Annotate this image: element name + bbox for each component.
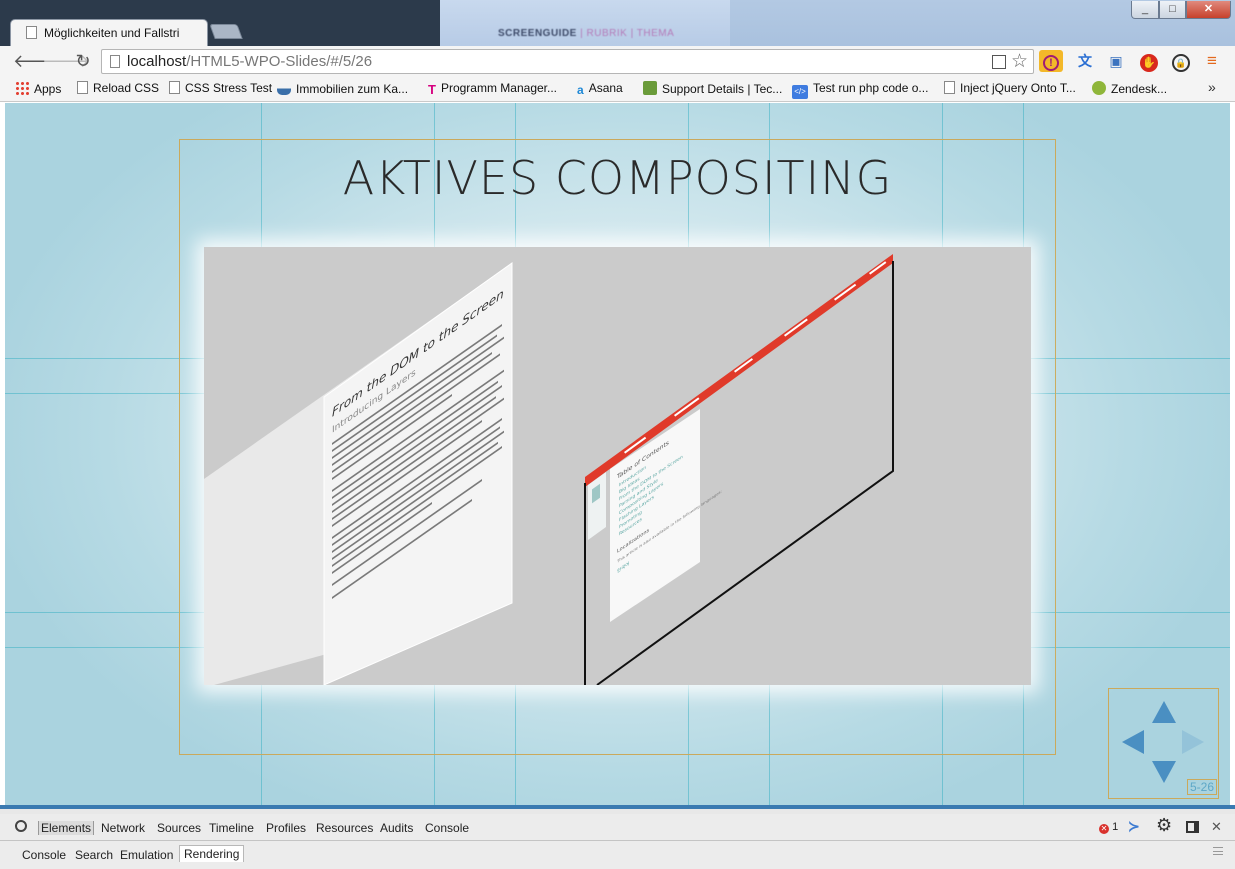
drawer-tab-search[interactable]: Search [75,848,113,862]
bookmark-label: Zendesk... [1111,82,1168,96]
bookmark-immobilien[interactable]: Immobilien zum Ka... [277,81,408,96]
bookmarks-bar: Apps Reload CSS CSS Stress Test Immobili… [0,76,1235,102]
layers-3d-illustration: From the DOM to the Screen Introducing L… [204,254,894,685]
inspect-search-icon[interactable] [15,820,27,832]
bookmark-test-run-php[interactable]: </> Test run php code o... [792,81,928,99]
reload-button[interactable]: ↻ [72,50,94,72]
tab-profiles[interactable]: Profiles [266,821,306,835]
bookmark-label: Reload CSS [93,81,160,95]
settings-gear-icon[interactable]: ⚙ [1156,815,1172,836]
bookmark-star-icon[interactable]: ☆ [1011,50,1028,73]
tab-sources[interactable]: Sources [157,821,201,835]
tab-audits[interactable]: Audits [380,821,413,835]
page-icon [26,26,37,39]
apps-grid-icon [15,81,29,95]
slide-navigation: 5-26 [1108,688,1219,799]
nav-up-arrow-icon[interactable] [1152,701,1176,723]
page-icon [944,81,955,94]
code-icon: </> [792,85,808,99]
close-devtools-icon[interactable]: ✕ [1211,819,1222,835]
zendesk-icon [1092,81,1106,95]
tab-timeline[interactable]: Timeline [209,821,254,835]
devtools-drawer: Console Search Emulation Rendering [0,841,1235,869]
asana-icon: a [577,83,584,97]
nav-right-arrow-icon[interactable] [1182,730,1204,754]
bookmark-programm-manager[interactable]: T Programm Manager... [428,81,557,97]
error-counter[interactable]: ✕ 1 [1099,821,1118,834]
slide-number: 5-26 [1187,779,1218,795]
nav-down-arrow-icon[interactable] [1152,761,1176,783]
page-icon [110,55,120,68]
bookmark-inject-jquery[interactable]: Inject jQuery Onto T... [944,81,1076,95]
bookmark-apps[interactable]: Apps [15,81,61,96]
page-viewport: AKTIVES COMPOSITING From the DOM to the … [5,103,1230,805]
reader-mode-icon[interactable] [992,55,1006,69]
bookmark-css-stress-test[interactable]: CSS Stress Test [169,81,272,95]
show-console-icon[interactable]: ≻ [1128,818,1140,835]
boat-icon [277,81,291,95]
browser-toolbar: 🡐 🡒 ↻ localhost/HTML5-WPO-Slides/#/5/26 … [0,46,1235,91]
support-icon [643,81,657,95]
slide-title: AKTIVES COMPOSITING [342,151,893,205]
bookmark-label: Asana [588,81,623,95]
bookmark-label: CSS Stress Test [185,81,273,95]
minimize-button[interactable]: _ [1131,1,1159,19]
lock-extension-icon[interactable]: 🔒 [1169,50,1193,72]
warning-extension-icon[interactable]: ! [1039,50,1063,72]
desktop-background-window [440,0,730,46]
error-icon: ✕ [1099,824,1109,834]
drawer-tab-rendering[interactable]: Rendering [179,845,245,862]
close-window-button[interactable]: ✕ [1186,1,1231,19]
page-icon [77,81,88,94]
bookmark-support-details[interactable]: Support Details | Tec... [643,81,782,96]
url-path: /HTML5-WPO-Slides/#/5/26 [186,53,373,70]
tab-resources[interactable]: Resources [316,821,373,835]
drawer-tab-emulation[interactable]: Emulation [120,848,173,862]
devtools-panel: Elements Network Sources Timeline Profil… [0,805,1235,869]
bookmark-label: Apps [34,82,62,96]
window-titlebar: SCREENGUIDE | RUBRIK | THEMA _ □ ✕ Mögli… [0,0,1235,47]
error-count: 1 [1112,821,1119,833]
bookmark-reload-css[interactable]: Reload CSS [77,81,159,95]
bookmark-label: Inject jQuery Onto T... [960,81,1076,95]
bookmark-label: Test run php code o... [813,81,929,95]
maximize-button[interactable]: □ [1159,1,1186,19]
telekom-icon: T [428,82,436,97]
back-button[interactable]: 🡐 [13,50,61,72]
drawer-resize-handle[interactable] [1213,847,1223,855]
tab-elements[interactable]: Elements [38,821,95,835]
forward-button[interactable]: 🡒 [42,50,90,72]
tab-console[interactable]: Console [425,821,469,835]
dock-side-icon[interactable] [1186,821,1199,833]
adblock-extension-icon[interactable]: ✋ [1137,50,1161,72]
article-layer [323,262,513,685]
bookmark-label: Support Details | Tec... [662,82,783,96]
bookmark-label: Immobilien zum Ka... [296,82,409,96]
devtools-tabbar: Elements Network Sources Timeline Profil… [0,814,1235,841]
browser-tab[interactable]: Möglichkeiten und Fallstri [10,19,208,47]
translate-extension-icon[interactable]: 文A [1073,50,1097,91]
compositing-demo: From the DOM to the Screen Introducing L… [204,247,1031,685]
bookmark-zendesk[interactable]: Zendesk... [1092,81,1167,96]
bookmarks-overflow-button[interactable]: » [1208,79,1216,95]
bookmark-label: Programm Manager... [440,81,557,95]
url-text[interactable]: localhost/HTML5-WPO-Slides/#/5/26 [127,53,372,70]
background-window-text: SCREENGUIDE | RUBRIK | THEMA [498,28,675,39]
nav-left-arrow-icon[interactable] [1122,730,1144,754]
page-icon [169,81,180,94]
bookmark-asana[interactable]: a Asana [577,81,623,97]
address-bar[interactable]: localhost/HTML5-WPO-Slides/#/5/26 ☆ [101,49,1034,74]
tab-title: Möglichkeiten und Fallstri [44,26,180,40]
url-host: localhost [127,53,187,70]
tab-network[interactable]: Network [101,821,145,835]
new-tab-button[interactable] [209,24,243,39]
screenshot-extension-icon[interactable]: ▣ [1104,50,1128,72]
page-header-bar [585,254,893,487]
drawer-tab-console[interactable]: Console [22,848,66,862]
chrome-menu-icon[interactable]: ≡ [1200,50,1224,72]
